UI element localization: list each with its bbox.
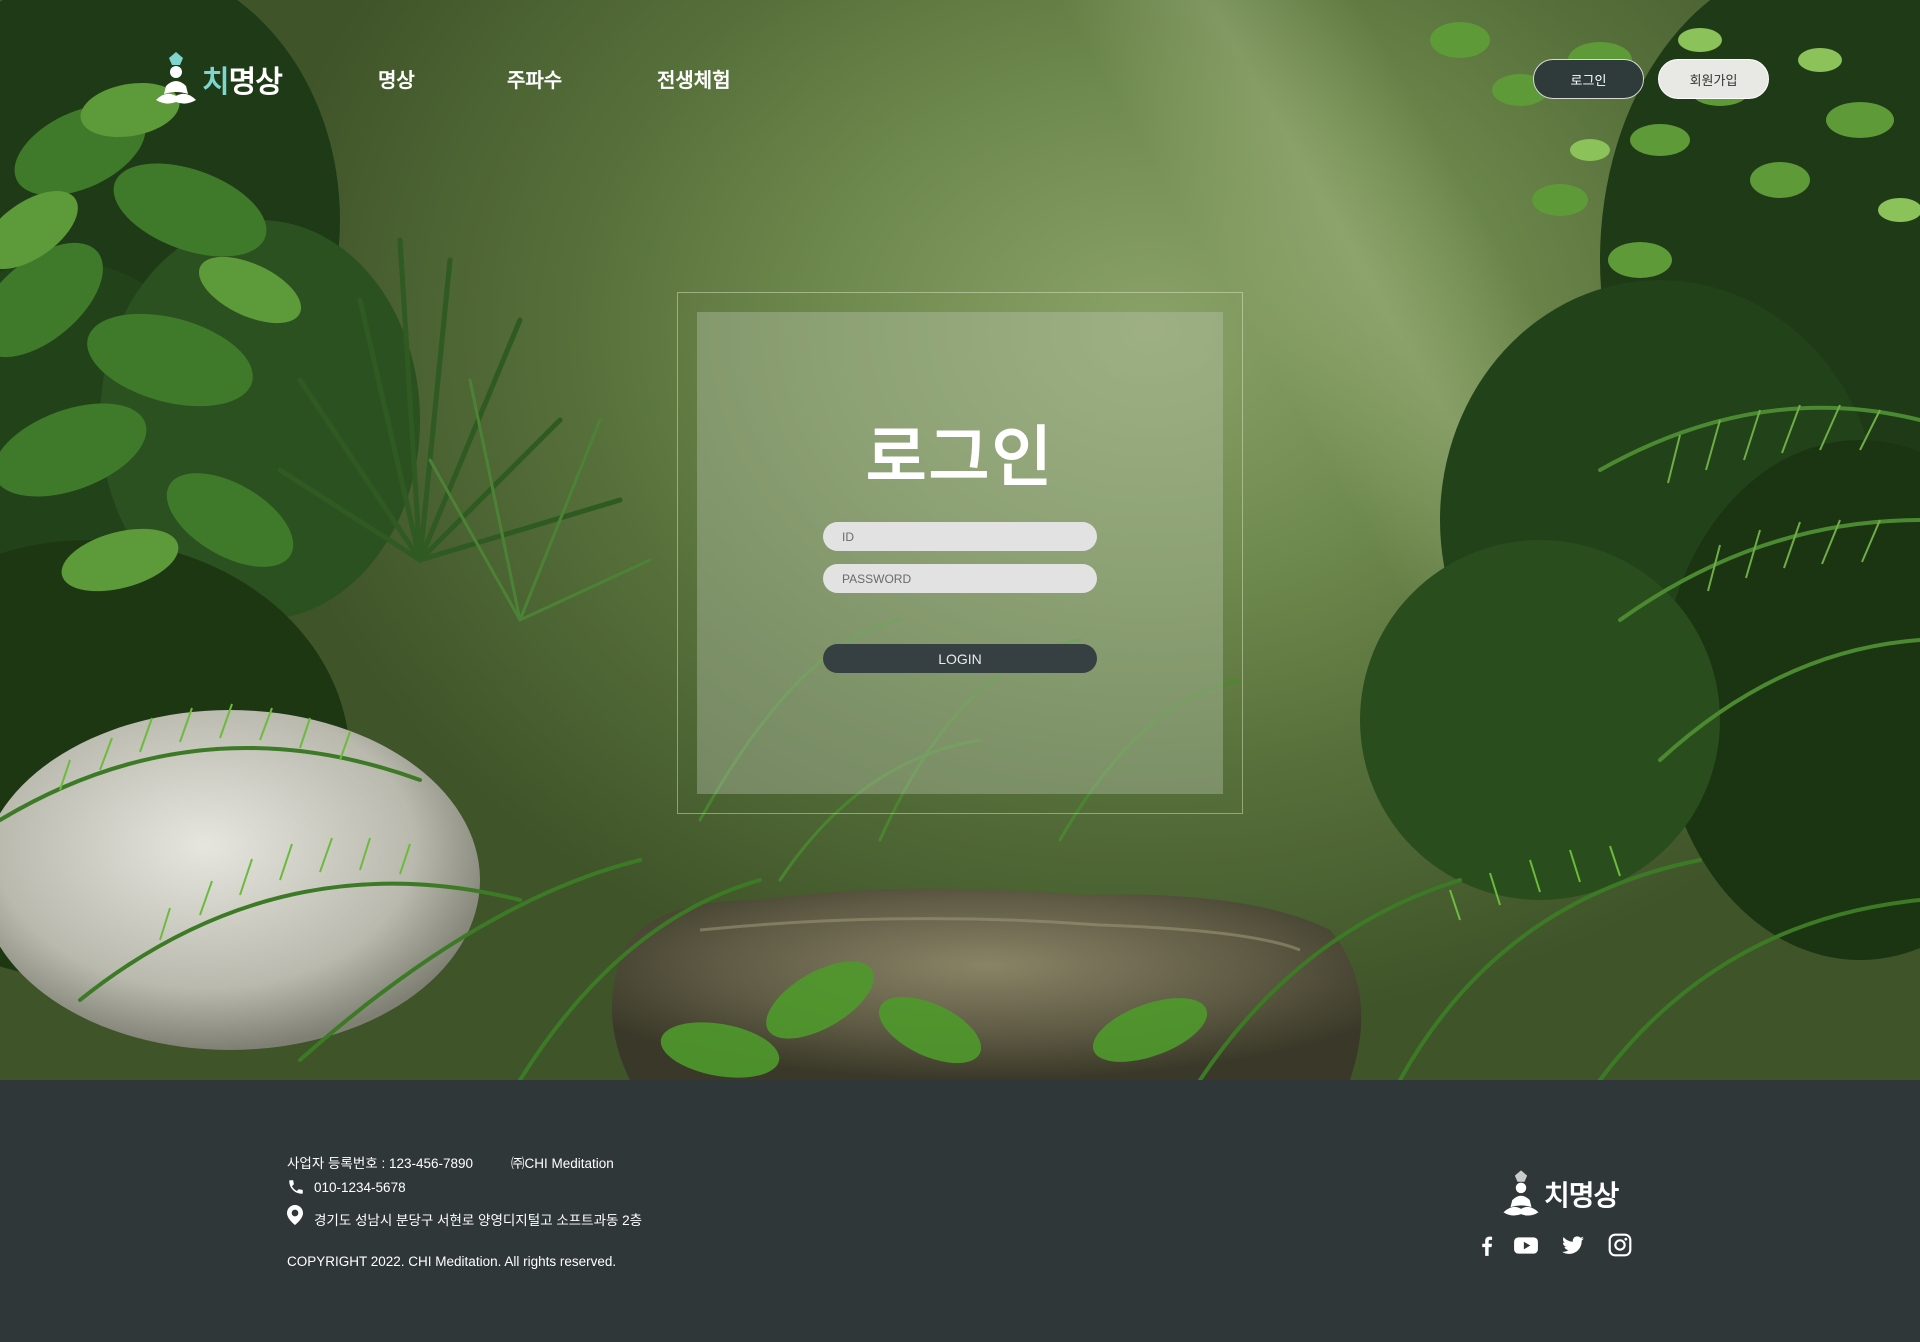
location-pin-icon <box>287 1205 303 1225</box>
meditation-figure-icon <box>156 52 196 104</box>
instagram-icon[interactable] <box>1607 1232 1633 1258</box>
facebook-icon[interactable] <box>1474 1232 1500 1258</box>
twitter-icon[interactable] <box>1560 1232 1586 1258</box>
meditation-figure-icon <box>1503 1170 1539 1216</box>
nav-item-meditation[interactable]: 명상 <box>378 64 415 93</box>
copyright: COPYRIGHT 2022. CHI Meditation. All righ… <box>287 1254 617 1269</box>
site-logo[interactable]: 치명상 <box>152 50 283 108</box>
logo-text: 치명상 <box>202 57 283 101</box>
footer-logo[interactable]: 치명상 <box>1500 1168 1619 1220</box>
login-title: 로그인 <box>865 419 1055 496</box>
password-input[interactable] <box>823 564 1097 593</box>
nav-item-frequency[interactable]: 주파수 <box>507 64 562 93</box>
address: 경기도 성남시 분당구 서현로 양영디지털고 소프트과동 2층 <box>314 1213 643 1228</box>
login-card: 로그인 LOGIN <box>697 312 1223 794</box>
login-submit-button[interactable]: LOGIN <box>823 644 1097 673</box>
logo-text-rest: 명상 <box>228 65 283 100</box>
header-login-button[interactable]: 로그인 <box>1533 59 1644 99</box>
nav-item-past-life[interactable]: 전생체험 <box>657 64 731 93</box>
phone-number: 010-1234-5678 <box>314 1180 406 1195</box>
header-signup-button[interactable]: 회원가입 <box>1658 59 1769 99</box>
footer-logo-text: 치명상 <box>1544 1179 1619 1212</box>
footer: 사업자 등록번호 : 123-456-7890 ㈜CHI Meditation … <box>0 1080 1920 1342</box>
business-number: 사업자 등록번호 : 123-456-7890 <box>287 1156 474 1171</box>
phone-icon <box>289 1180 303 1194</box>
id-input[interactable] <box>823 522 1097 551</box>
logo-text-accent: 치 <box>202 65 230 100</box>
youtube-icon[interactable] <box>1513 1232 1539 1258</box>
company-name: ㈜CHI Meditation <box>511 1156 614 1171</box>
